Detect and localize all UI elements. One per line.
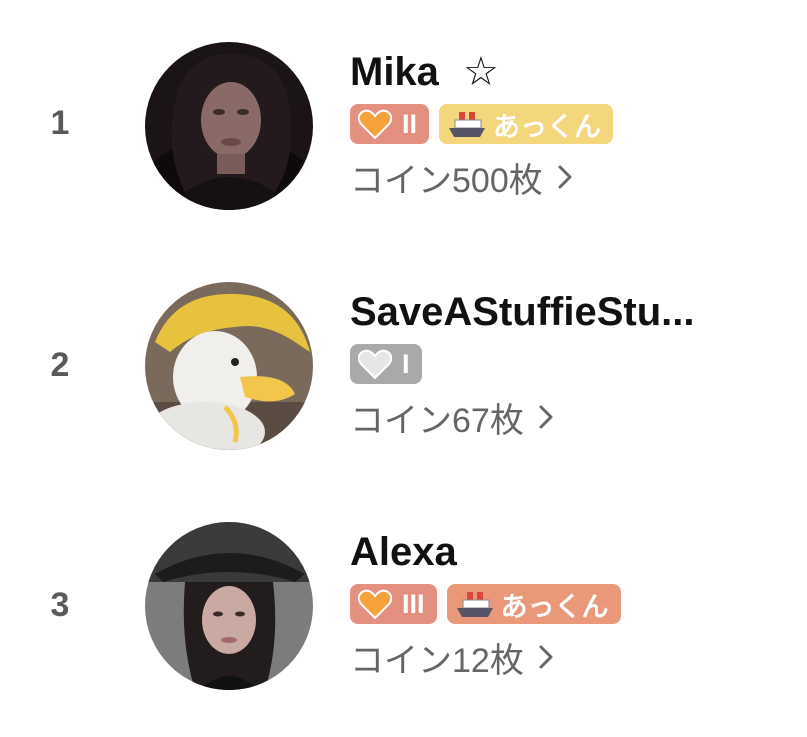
heart-level-badge[interactable]: I: [350, 344, 422, 384]
coin-count: コイン67枚: [350, 401, 524, 440]
username[interactable]: Alexa: [350, 530, 457, 575]
user-info: SaveAStuffieStu... I コイン67枚: [350, 284, 770, 440]
rank-number: 2: [50, 346, 70, 384]
avatar[interactable]: [145, 522, 313, 690]
ranking-list: 1 Mika ☆ II あっくん コイン500枚 2 SaveAStuffieS…: [0, 0, 807, 737]
avatar[interactable]: [145, 42, 313, 210]
chevron-right-icon: [538, 644, 554, 670]
ranking-row-3[interactable]: 3 Alexa III あっくん コイン12枚: [0, 522, 807, 692]
white-heart-icon: [358, 349, 392, 379]
coin-count-link[interactable]: コイン67枚: [350, 394, 770, 440]
ranking-row-2[interactable]: 2 SaveAStuffieStu... I コイン67枚: [0, 282, 807, 452]
chevron-right-icon: [538, 404, 554, 430]
ranking-row-1[interactable]: 1 Mika ☆ II あっくん コイン500枚: [0, 42, 807, 212]
avatar[interactable]: [145, 282, 313, 450]
ship-icon: [447, 108, 487, 140]
rank-number: 3: [50, 586, 70, 624]
user-info: Mika ☆ II あっくん コイン500枚: [350, 44, 770, 200]
ship-label: あっくん: [493, 111, 602, 142]
user-info: Alexa III あっくん コイン12枚: [350, 524, 770, 680]
coin-count-link[interactable]: コイン500枚: [350, 154, 770, 200]
orange-heart-icon: [358, 589, 392, 619]
heart-level-badge[interactable]: III: [350, 584, 437, 624]
heart-level: III: [402, 588, 425, 619]
coin-count: コイン12枚: [350, 641, 524, 680]
orange-heart-icon: [358, 109, 392, 139]
username[interactable]: SaveAStuffieStu...: [350, 290, 695, 335]
coin-count-link[interactable]: コイン12枚: [350, 634, 770, 680]
heart-level: II: [402, 108, 418, 139]
rank-number: 1: [50, 104, 70, 142]
heart-level: I: [402, 348, 410, 379]
ship-label: あっくん: [500, 591, 609, 622]
ship-icon: [455, 588, 495, 620]
coin-count: コイン500枚: [350, 161, 543, 200]
ship-badge[interactable]: あっくん: [446, 584, 621, 624]
star-icon[interactable]: ☆: [463, 52, 499, 92]
avatar-image: [145, 522, 313, 690]
ship-badge[interactable]: あっくん: [439, 104, 614, 144]
avatar-image: [145, 282, 313, 450]
username[interactable]: Mika: [350, 50, 439, 95]
chevron-right-icon: [557, 164, 573, 190]
avatar-image: [145, 42, 313, 210]
heart-level-badge[interactable]: II: [350, 104, 430, 144]
